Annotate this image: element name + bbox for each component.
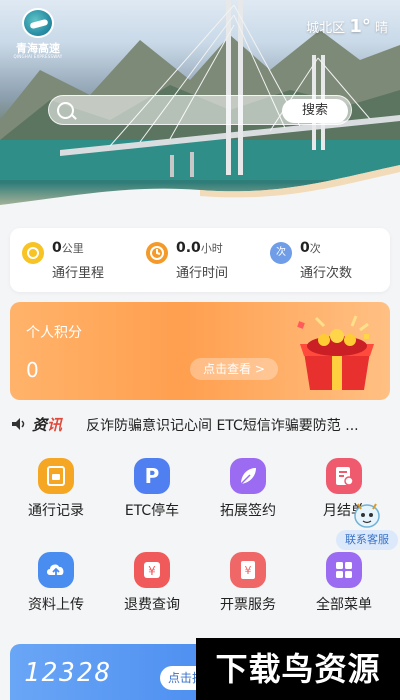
menu-label: ETC停车 bbox=[124, 503, 180, 519]
wave-divider bbox=[0, 165, 400, 215]
hero-banner: 青海高速 QINGHAI EXPRESSWAY 城北区 1° 晴 搜索 bbox=[0, 0, 400, 215]
search-button[interactable]: 搜索 bbox=[282, 99, 348, 123]
travel-record-icon bbox=[38, 458, 74, 494]
stat-count[interactable]: 次 0次 通行次数 bbox=[270, 236, 390, 284]
clock-icon bbox=[146, 242, 168, 264]
hotline-number: 12328 bbox=[24, 658, 113, 688]
count-icon: 次 bbox=[270, 242, 292, 264]
travel-stats-card[interactable]: 0公里 通行里程 0.0小时 通行时间 次 0次 通行次数 bbox=[10, 228, 390, 292]
stat-time[interactable]: 0.0小时 通行时间 bbox=[146, 236, 266, 284]
logo-badge-icon bbox=[22, 8, 54, 38]
menu-label: 退费查询 bbox=[124, 597, 180, 613]
watermark-overlay: 下载鸟资源 bbox=[196, 638, 400, 700]
news-ticker[interactable]: 资讯 反诈防骗意识记心间 ETC短信诈骗要防范 ... bbox=[0, 410, 400, 438]
upload-icon bbox=[38, 552, 74, 588]
stat-label: 通行里程 bbox=[52, 266, 105, 281]
stat-value: 0次 bbox=[300, 240, 321, 256]
points-title: 个人积分 bbox=[26, 325, 82, 341]
menu-label: 全部菜单 bbox=[316, 597, 372, 613]
menu-travel-record[interactable]: 通行记录 bbox=[16, 458, 96, 528]
qinghai-expressway-logo: 青海高速 QINGHAI EXPRESSWAY bbox=[8, 8, 68, 60]
menu-label: 通行记录 bbox=[28, 503, 84, 519]
svg-text:¥: ¥ bbox=[245, 564, 252, 577]
points-value: 0 bbox=[26, 358, 39, 382]
stat-label: 通行时间 bbox=[176, 266, 229, 281]
search-icon bbox=[57, 102, 74, 119]
stat-label: 通行次数 bbox=[300, 266, 353, 281]
menu-upload-docs[interactable]: 资料上传 bbox=[16, 552, 96, 622]
speaker-icon bbox=[12, 418, 25, 430]
news-tag: 资讯 bbox=[32, 416, 63, 434]
customer-service-label: 联系客服 bbox=[336, 530, 398, 550]
parking-icon: P bbox=[134, 458, 170, 494]
menu-label: 开票服务 bbox=[220, 597, 276, 613]
weather-widget[interactable]: 城北区 1° 晴 bbox=[306, 16, 388, 37]
red-envelope-gift-icon bbox=[297, 315, 374, 390]
road-coin-icon bbox=[22, 242, 44, 264]
location-label: 城北区 bbox=[306, 21, 346, 36]
weather-condition: 晴 bbox=[374, 21, 388, 36]
all-menu-icon bbox=[326, 552, 362, 588]
hotline-banner[interactable]: 12328 点击拨打 bbox=[10, 644, 225, 700]
menu-expand-sign[interactable]: 拓展签约 bbox=[208, 458, 288, 528]
menu-label: 资料上传 bbox=[28, 597, 84, 613]
menu-label: 拓展签约 bbox=[220, 503, 276, 519]
menu-refund-query[interactable]: ¥ 退费查询 bbox=[112, 552, 192, 622]
logo-subtext: QINGHAI EXPRESSWAY bbox=[13, 54, 63, 59]
temperature-value: 1° bbox=[349, 16, 371, 37]
invoice-icon: ¥ bbox=[230, 552, 266, 588]
app-home: 青海高速 QINGHAI EXPRESSWAY 城北区 1° 晴 搜索 0公里 … bbox=[0, 0, 400, 700]
monthly-bill-icon bbox=[326, 458, 362, 494]
stat-value: 0公里 bbox=[52, 240, 84, 256]
news-headline[interactable]: 反诈防骗意识记心间 ETC短信诈骗要防范 ... bbox=[86, 415, 386, 435]
search-bar[interactable]: 搜索 bbox=[48, 95, 352, 125]
stat-value: 0.0小时 bbox=[176, 240, 223, 256]
mascot-icon bbox=[354, 503, 380, 528]
personal-points-card[interactable]: 个人积分 0 点击查看 > bbox=[10, 302, 390, 400]
stat-mileage[interactable]: 0公里 通行里程 bbox=[22, 236, 142, 284]
menu-all-menu[interactable]: 全部菜单 bbox=[304, 552, 384, 622]
svg-text:¥: ¥ bbox=[148, 564, 156, 578]
view-points-button[interactable]: 点击查看 > bbox=[190, 358, 278, 380]
refund-icon: ¥ bbox=[134, 552, 170, 588]
feather-sign-icon bbox=[230, 458, 266, 494]
menu-etc-parking[interactable]: P ETC停车 bbox=[112, 458, 192, 528]
customer-service-button[interactable]: 联系客服 bbox=[336, 496, 398, 554]
menu-invoice-service[interactable]: ¥ 开票服务 bbox=[208, 552, 288, 622]
